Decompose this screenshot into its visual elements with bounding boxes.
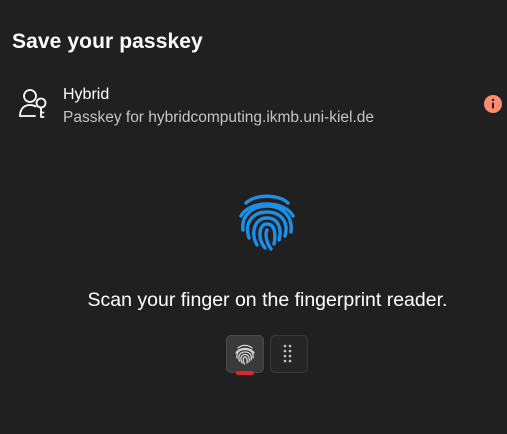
fingerprint-method-button[interactable]	[226, 335, 264, 373]
keypad-icon	[283, 344, 292, 363]
account-row: Hybrid Passkey for hybridcomputing.ikmb.…	[16, 86, 506, 130]
passkey-icon	[16, 86, 52, 122]
dialog-title: Save your passkey	[12, 30, 203, 53]
fingerprint-icon	[235, 344, 255, 365]
account-name: Hybrid	[63, 86, 110, 103]
scan-instruction: Scan your finger on the fingerprint read…	[87, 289, 448, 311]
account-detail: Passkey for hybridcomputing.ikmb.uni-kie…	[63, 109, 374, 126]
fingerprint-icon	[235, 188, 299, 252]
selected-method-indicator	[236, 371, 254, 375]
info-icon[interactable]	[484, 95, 502, 113]
pin-method-button[interactable]	[270, 335, 308, 373]
